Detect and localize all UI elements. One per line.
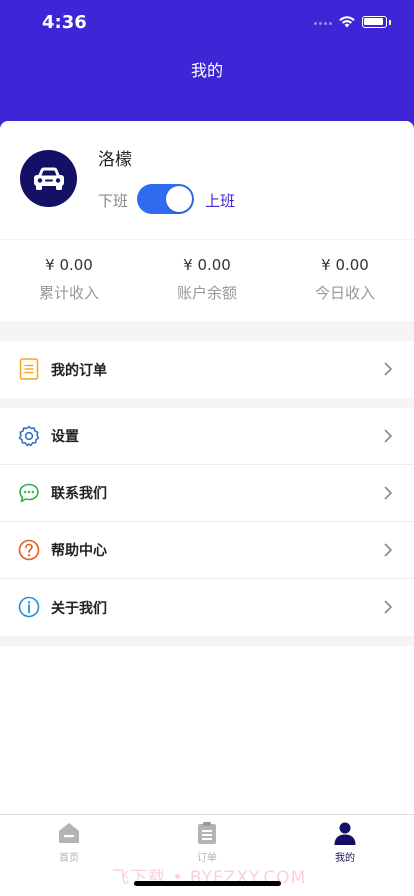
stat-label: 今日收入 [314,284,375,302]
stat-label: 账户余额 [176,284,237,302]
orders-menu-group: 我的订单 [0,341,414,398]
stat-label: 累计收入 [38,284,99,302]
avatar[interactable] [20,150,77,207]
battery-icon [362,16,387,28]
settings-menu-group: 设置 联系我们 帮助中心 关于我们 [0,408,414,636]
tab-label: 首页 [59,853,79,864]
stat-value: ¥ 0.00 [183,256,231,274]
user-icon [334,822,356,845]
status-bar: 4:36 [0,0,414,46]
gear-icon [18,425,40,447]
menu-item-contact-us[interactable]: 联系我们 [0,465,414,522]
toggle-knob [166,186,192,212]
menu-item-settings[interactable]: 设置 [0,408,414,465]
stat-total-income: ¥ 0.00 累计收入 [0,240,138,321]
stat-today-income: ¥ 0.00 今日收入 [276,240,414,321]
off-duty-label: 下班 [98,192,129,210]
menu-label: 帮助中心 [51,543,107,559]
question-icon [18,539,40,561]
menu-label: 设置 [51,429,79,445]
tab-label: 我的 [335,853,355,864]
home-indicator [134,881,281,886]
status-time: 4:36 [42,12,87,33]
clipboard-icon [198,822,216,844]
cellular-signal-icon [314,22,332,25]
tab-label: 订单 [197,853,217,864]
page-title: 我的 [190,61,223,80]
info-icon [18,596,40,618]
chevron-right-icon [384,486,392,500]
chevron-right-icon [384,429,392,443]
stat-value: ¥ 0.00 [45,256,93,274]
menu-item-about-us[interactable]: 关于我们 [0,579,414,636]
document-icon [19,358,39,380]
earnings-stats: ¥ 0.00 累计收入 ¥ 0.00 账户余额 ¥ 0.00 今日收入 [0,239,414,321]
chat-icon [19,483,39,503]
duty-toggle[interactable] [137,184,194,214]
menu-item-my-orders[interactable]: 我的订单 [0,341,414,398]
stat-account-balance: ¥ 0.00 账户余额 [138,240,276,321]
menu-item-help-center[interactable]: 帮助中心 [0,522,414,579]
menu-label: 关于我们 [51,600,107,617]
chevron-right-icon [384,543,392,557]
home-icon [59,823,79,843]
menu-label: 联系我们 [51,486,107,502]
on-duty-label: 上班 [205,192,236,210]
chevron-right-icon [384,600,392,614]
user-name: 洛檬 [98,150,132,170]
chevron-right-icon [384,362,392,376]
wifi-icon [339,16,355,28]
profile-card: 洛檬 下班 上班 [0,121,414,239]
menu-label: 我的订单 [51,362,107,379]
stat-value: ¥ 0.00 [321,256,369,274]
battery-tip [389,20,391,25]
car-icon [33,167,64,190]
